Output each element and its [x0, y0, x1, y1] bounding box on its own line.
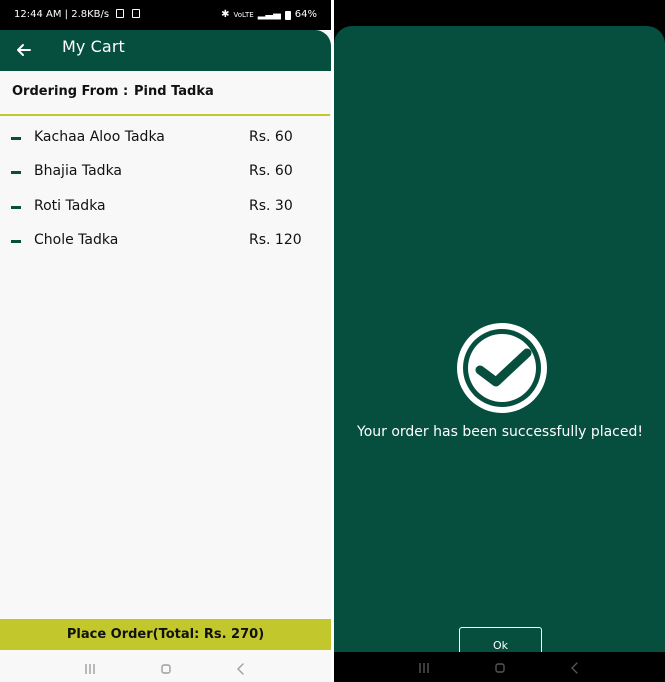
status-right: ✱ VoLTE ▂▃▄ 64% — [221, 0, 317, 30]
battery-text: 64% — [294, 9, 317, 20]
cart-item-price: Rs. 60 — [249, 163, 293, 179]
system-nav-bar — [334, 652, 665, 682]
recent-apps-icon[interactable] — [412, 659, 436, 677]
signal-icon: ▂▃▄ — [257, 9, 281, 20]
cart-item: Roti Tadka Rs. 30 — [0, 193, 331, 221]
order-success-screen: Your order has been successfully placed!… — [334, 0, 665, 682]
cart-item-price: Rs. 60 — [249, 129, 293, 145]
home-icon[interactable] — [488, 659, 512, 677]
remove-item-button[interactable] — [11, 240, 21, 243]
cart-item-name: Roti Tadka — [34, 198, 106, 214]
system-nav-bar — [0, 653, 331, 682]
success-message: Your order has been successfully placed! — [357, 424, 643, 440]
trash-icon — [116, 8, 125, 18]
cart-item: Chole Tadka Rs. 120 — [0, 227, 331, 255]
bluetooth-icon: ✱ — [221, 9, 230, 20]
battery-icon — [284, 10, 291, 20]
status-separator: | — [64, 9, 69, 20]
restaurant-name: Pind Tadka — [134, 84, 214, 99]
section-divider — [0, 114, 330, 116]
remove-item-button[interactable] — [11, 206, 21, 209]
status-left: 12:44 AM | 2.8KB/s — [14, 0, 140, 30]
cart-item-name: Kachaa Aloo Tadka — [34, 129, 165, 145]
status-time: 12:44 AM — [14, 9, 62, 20]
remove-item-button[interactable] — [11, 137, 21, 140]
ordering-from-label: Ordering From : — [12, 84, 129, 99]
back-triangle-icon[interactable] — [563, 659, 587, 677]
back-arrow-icon[interactable] — [12, 38, 40, 62]
home-icon[interactable] — [154, 660, 178, 678]
cart-item-price: Rs. 30 — [249, 198, 293, 214]
remove-item-button[interactable] — [11, 171, 21, 174]
back-triangle-icon[interactable] — [229, 660, 253, 678]
success-panel: Your order has been successfully placed!… — [334, 26, 665, 663]
window-icon — [131, 8, 140, 18]
cart-item: Kachaa Aloo Tadka Rs. 60 — [0, 124, 331, 152]
status-speed: 2.8KB/s — [71, 9, 110, 20]
cart-item-price: Rs. 120 — [249, 232, 302, 248]
cart-screen: 12:44 AM | 2.8KB/s ✱ VoLTE ▂▃▄ 64% My Ca… — [0, 0, 331, 682]
recent-apps-icon[interactable] — [78, 660, 102, 678]
cart-item-name: Chole Tadka — [34, 232, 119, 248]
page-title: My Cart — [62, 37, 125, 56]
cart-item-name: Bhajia Tadka — [34, 163, 123, 179]
app-bar: My Cart — [0, 30, 331, 71]
volte-label: VoLTE — [233, 11, 254, 19]
status-bar: 12:44 AM | 2.8KB/s ✱ VoLTE ▂▃▄ 64% — [0, 0, 331, 30]
place-order-button[interactable]: Place Order(Total: Rs. 270) — [0, 619, 331, 650]
check-circle-icon — [457, 323, 547, 413]
cart-item: Bhajia Tadka Rs. 60 — [0, 158, 331, 186]
